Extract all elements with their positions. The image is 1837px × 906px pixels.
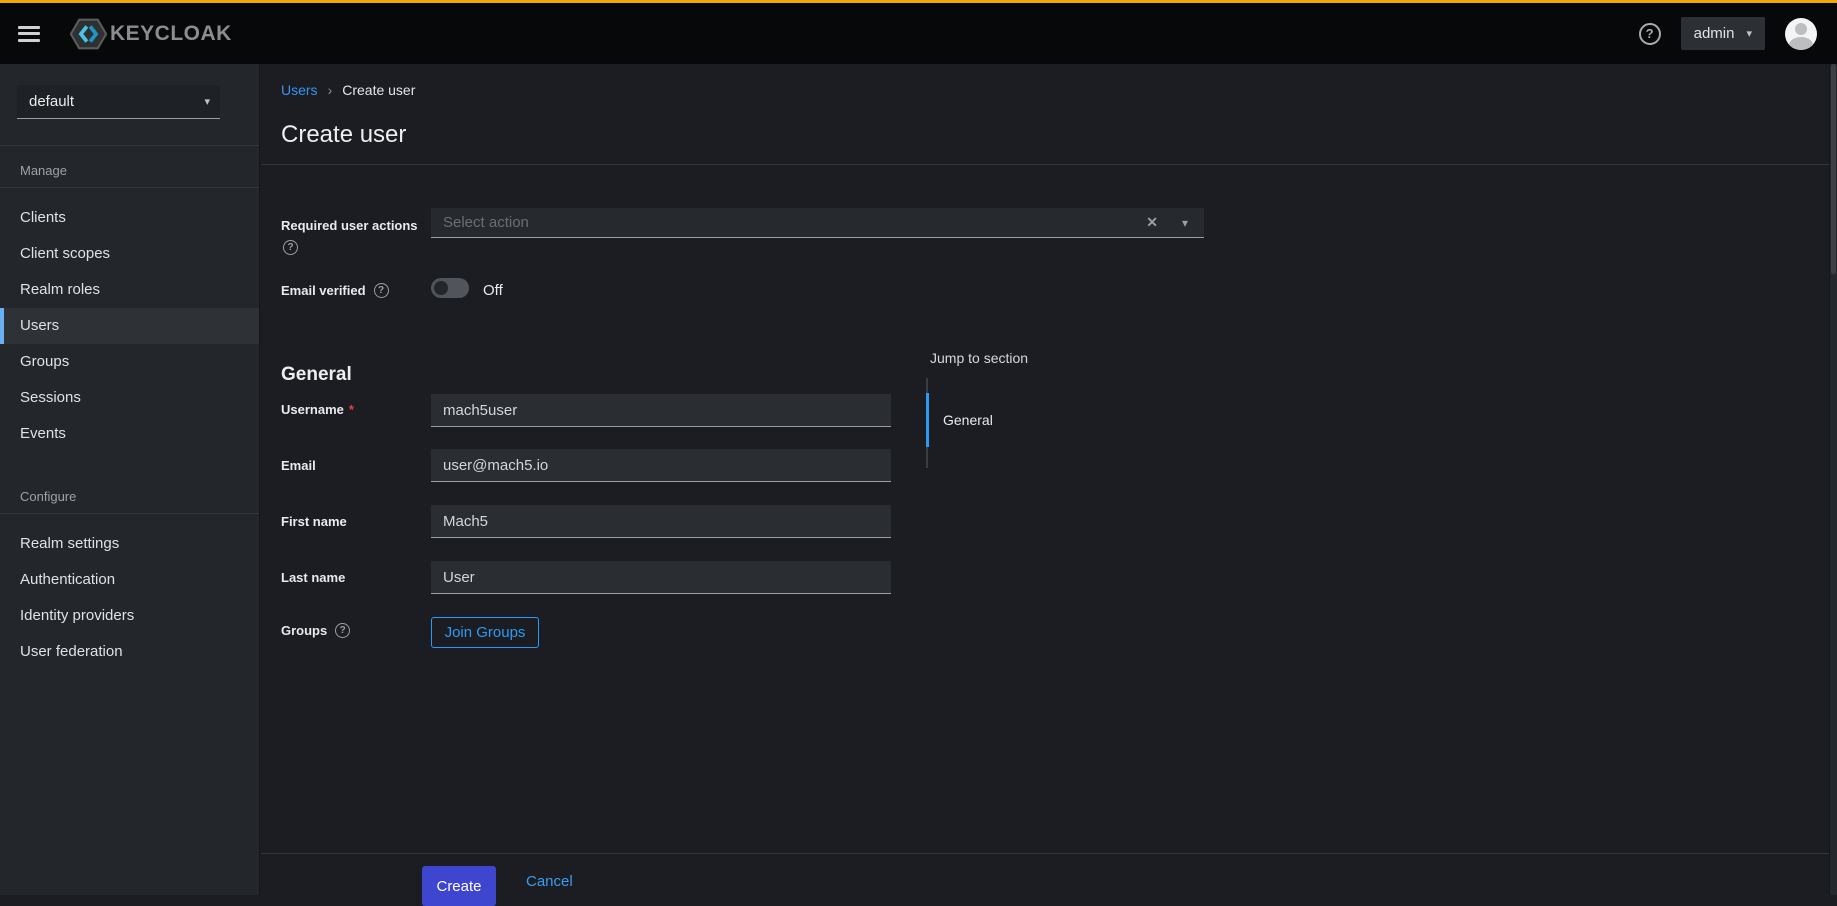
required-user-actions-label-block: Required user actions [281,217,426,235]
nav-list-manage: Clients Client scopes Realm roles Users … [0,200,259,452]
hamburger-icon [18,25,42,42]
user-menu-label: admin [1693,25,1735,42]
sidebar-item-groups[interactable]: Groups [0,344,259,380]
sidebar-item-identity-providers[interactable]: Identity providers [0,598,259,634]
groups-label: Groups [281,623,328,638]
sidebar-item-authentication[interactable]: Authentication [0,562,259,598]
email-label-block: Email [281,458,316,473]
toggle-knob [434,281,448,295]
keycloak-hexagon-icon [70,18,107,49]
required-user-actions-help-icon[interactable]: ? [283,240,298,255]
nav-section-title-manage: Manage [0,163,259,188]
username-label-block: Username * [281,402,354,417]
main-content: Users › Create user Create user Required… [261,64,1829,906]
general-section-heading: General [281,363,352,385]
chevron-down-icon: ▾ [204,96,210,108]
jump-link-general[interactable]: General [943,412,993,428]
email-verified-state: Off [483,282,503,299]
sidebar: default ▾ Manage Clients Client scopes R… [0,64,260,895]
realm-selector-value: default [29,93,75,110]
scrollbar-thumb[interactable] [1831,64,1836,274]
required-user-actions-select[interactable]: Select action ✕ ▾ [431,208,1204,238]
masthead-actions: ? admin ▾ [1638,17,1817,50]
jump-nav-active-indicator [926,393,929,447]
first-name-label-block: First name [281,514,347,529]
realm-selector[interactable]: default ▾ [17,85,220,119]
masthead: KEYCLOAK ? admin ▾ [0,0,1837,64]
last-name-input[interactable] [431,561,891,594]
page-title: Create user [281,121,407,149]
nav-list-configure: Realm settings Authentication Identity p… [0,526,259,670]
nav-toggle-button[interactable] [16,22,44,46]
first-name-label: First name [281,514,347,529]
groups-help-icon[interactable]: ? [335,623,351,638]
email-input[interactable] [431,449,891,482]
required-user-actions-placeholder: Select action [443,214,529,231]
email-label: Email [281,458,316,473]
sidebar-item-clients[interactable]: Clients [0,200,259,236]
required-asterisk: * [348,402,354,417]
breadcrumb: Users › Create user [281,82,415,98]
required-user-actions-label: Required user actions [281,218,418,233]
brand-wordmark: KEYCLOAK [110,21,232,45]
sidebar-item-realm-roles[interactable]: Realm roles [0,272,259,308]
email-verified-toggle[interactable] [431,278,469,298]
email-verified-label-block: Email verified ? [281,283,389,298]
sidebar-item-users[interactable]: Users [0,308,259,344]
create-button[interactable]: Create [422,866,496,906]
breadcrumb-users-link[interactable]: Users [281,82,318,98]
help-icon[interactable]: ? [1638,22,1661,45]
join-groups-button[interactable]: Join Groups [431,617,539,648]
footer-divider [261,853,1829,854]
email-verified-label: Email verified [281,283,366,298]
vertical-scrollbar [1829,64,1837,895]
sidebar-item-sessions[interactable]: Sessions [0,380,259,416]
sidebar-item-realm-settings[interactable]: Realm settings [0,526,259,562]
user-menu-button[interactable]: admin ▾ [1680,17,1765,50]
clear-selection-icon[interactable]: ✕ [1132,214,1172,231]
header-divider [261,164,1829,165]
keycloak-logo[interactable]: KEYCLOAK [70,18,232,50]
breadcrumb-current: Create user [342,82,416,98]
last-name-label: Last name [281,570,346,585]
nav-section-title-configure: Configure [0,489,259,514]
sidebar-item-events[interactable]: Events [0,416,259,452]
chevron-down-icon: ▾ [1746,28,1752,40]
groups-label-block: Groups ? [281,623,351,638]
username-label: Username [281,402,344,417]
angle-right-icon: › [327,82,333,98]
first-name-input[interactable] [431,505,891,538]
sidebar-item-user-federation[interactable]: User federation [0,634,259,670]
last-name-label-block: Last name [281,570,345,585]
jump-to-section-label: Jump to section [930,350,1029,366]
avatar[interactable] [1785,17,1817,50]
realm-selector-panel: default ▾ [0,64,259,146]
username-input[interactable] [431,394,891,427]
email-verified-help-icon[interactable]: ? [373,283,389,298]
chevron-down-icon[interactable]: ▾ [1172,216,1204,230]
cancel-link[interactable]: Cancel [526,873,573,890]
sidebar-item-client-scopes[interactable]: Client scopes [0,236,259,272]
